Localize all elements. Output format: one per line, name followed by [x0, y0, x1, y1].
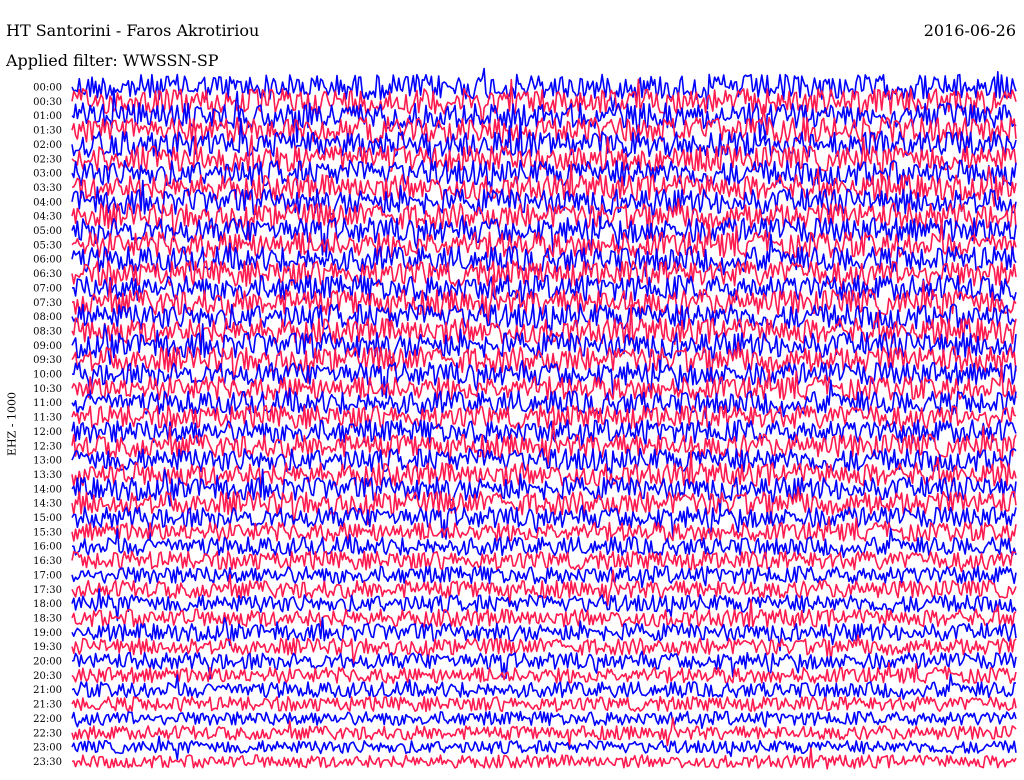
- time-tick-label: 18:00: [33, 599, 62, 610]
- time-tick-label: 08:30: [33, 326, 62, 337]
- time-tick-label: 09:00: [33, 341, 62, 352]
- time-tick-label: 09:30: [33, 355, 62, 366]
- seismic-trace: [71, 419, 1017, 449]
- seismic-trace: [71, 710, 1017, 730]
- time-tick-label: 03:00: [33, 169, 62, 180]
- time-tick-label: 21:00: [33, 685, 62, 696]
- time-tick-label: 13:30: [33, 470, 62, 481]
- time-tick-label: 17:00: [33, 570, 62, 581]
- time-tick-label: 21:30: [33, 700, 62, 711]
- time-tick-label: 16:00: [33, 542, 62, 553]
- time-tick-label: 07:00: [33, 283, 62, 294]
- time-tick-label: 11:30: [33, 413, 62, 424]
- time-tick-label: 01:30: [33, 126, 62, 137]
- time-tick-label: 07:30: [33, 298, 62, 309]
- time-tick-label: 05:30: [33, 240, 62, 251]
- time-tick-label: 02:00: [33, 140, 62, 151]
- time-tick-label: 18:30: [33, 613, 62, 624]
- time-tick-label: 20:00: [33, 657, 62, 668]
- time-tick-label: 00:00: [33, 83, 62, 94]
- time-tick-label: 19:30: [33, 642, 62, 653]
- time-tick-label: 06:00: [33, 255, 62, 266]
- time-tick-label: 23:00: [33, 743, 62, 754]
- helicorder-plot: 00:00 00:30 01:00 01:30 02:00 02:30 03:00 03:30…: [33, 67, 1017, 770]
- time-tick-label: 05:00: [33, 226, 62, 237]
- time-tick-label: 10:30: [33, 384, 62, 395]
- seismic-trace: [71, 215, 1017, 258]
- seismic-trace: [71, 550, 1017, 573]
- time-tick-label: 04:00: [33, 197, 62, 208]
- time-tick-label: 13:00: [33, 456, 62, 467]
- seismic-trace: [71, 695, 1017, 713]
- time-tick-label: 08:00: [33, 312, 62, 323]
- time-tick-label: 00:30: [33, 97, 62, 108]
- time-tick-label: 11:00: [33, 398, 62, 409]
- seismic-trace: [71, 673, 1017, 701]
- time-tick-label: 22:30: [33, 728, 62, 739]
- time-tick-label: 02:30: [33, 154, 62, 165]
- time-tick-label: 17:30: [33, 585, 62, 596]
- time-tick-label: 06:30: [33, 269, 62, 280]
- time-tick-label: 04:30: [33, 212, 62, 223]
- time-tick-label: 12:00: [33, 427, 62, 438]
- time-tick-label: 19:00: [33, 628, 62, 639]
- time-tick-label: 15:00: [33, 513, 62, 524]
- time-tick-label: 20:30: [33, 671, 62, 682]
- time-tick-label: 22:00: [33, 714, 62, 725]
- time-tick-label: 03:30: [33, 183, 62, 194]
- seismic-trace: [71, 735, 1017, 761]
- time-tick-label: 12:30: [33, 441, 62, 452]
- time-tick-label: 16:30: [33, 556, 62, 567]
- time-tick-label: 14:00: [33, 484, 62, 495]
- time-tick-label: 15:30: [33, 527, 62, 538]
- time-tick-label: 23:30: [33, 757, 62, 768]
- time-tick-label: 10:00: [33, 370, 62, 381]
- time-tick-label: 14:30: [33, 499, 62, 510]
- time-tick-label: 01:00: [33, 111, 62, 122]
